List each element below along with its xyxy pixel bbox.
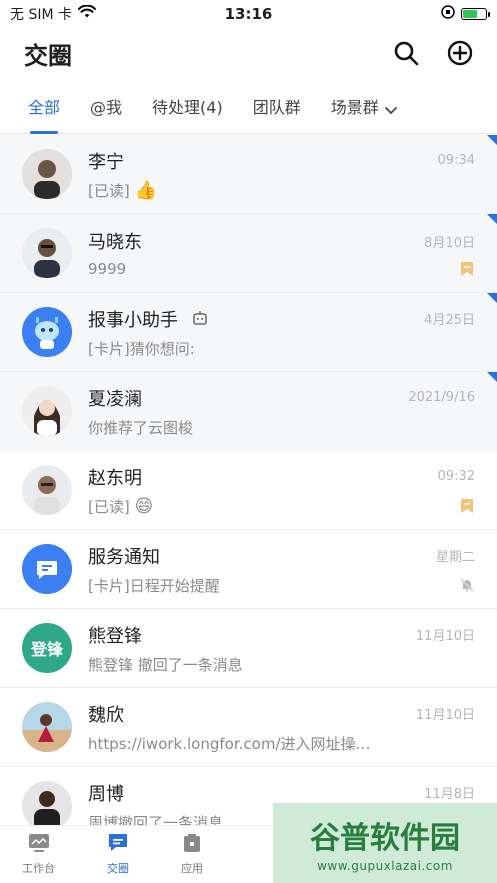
message-preview: [卡片]日程开始提醒 [88, 576, 220, 595]
message-preview: [卡片]猜你想问: [88, 339, 195, 358]
avatar [22, 149, 72, 199]
message-time: 09:34 [437, 153, 475, 168]
message-time: 11月10日 [415, 708, 475, 723]
message-time: 4月25日 [424, 313, 475, 328]
filter-tabs: 全部 @我 待处理(4) 团队群 场景群 [0, 78, 497, 134]
avatar: 登锋 [22, 623, 72, 673]
avatar [22, 702, 72, 752]
pin-corner-badge [487, 372, 497, 382]
conversation-row[interactable]: 夏凌澜 2021/9/16 你推荐了云图梭 [0, 372, 497, 451]
nav-circle[interactable]: 交圈 [107, 833, 129, 876]
bookmark-icon [459, 498, 475, 514]
contact-name: 李宁 [88, 151, 124, 173]
message-time: 09:32 [437, 469, 475, 484]
nav-workbench[interactable]: 工作台 [22, 833, 55, 876]
conversation-row[interactable]: 报事小助手 4月25日 [卡片]猜你想问: [0, 293, 497, 372]
contact-name: 服务通知 [88, 546, 160, 568]
nav-apps[interactable]: 应用 [181, 833, 203, 876]
tab-all[interactable]: 全部 [28, 78, 60, 134]
avatar [22, 228, 72, 278]
conversation-row[interactable]: 赵东明 09:32 [已读] 😄 [0, 451, 497, 530]
contact-name: 周博 [88, 783, 124, 805]
message-time: 8月10日 [424, 235, 475, 251]
robot-icon [192, 310, 208, 331]
conversation-row[interactable]: 马晓东 8月10日 9999 [0, 214, 497, 293]
message-time: 11月8日 [424, 787, 475, 802]
message-preview: 9999 [88, 260, 127, 278]
message-preview: 周博撤回了一条消息 [88, 813, 224, 826]
nav-label: 工作台 [22, 862, 55, 875]
conversation-row[interactable]: 登锋 熊登锋 11月10日 熊登锋 撤回了一条消息 [0, 609, 497, 688]
chevron-down-icon [384, 101, 397, 114]
pin-corner-badge [487, 214, 497, 224]
pin-corner-badge [487, 293, 497, 303]
avatar [22, 386, 72, 436]
page-title: 交圈 [24, 41, 72, 70]
contact-name: 夏凌澜 [88, 388, 142, 410]
contact-name: 马晓东 [88, 232, 142, 253]
search-icon[interactable] [393, 40, 419, 66]
contact-name: 赵东明 [88, 467, 142, 489]
message-preview: 熊登锋 撤回了一条消息 [88, 655, 243, 674]
watermark: 谷普软件园 www.gupuxlazai.com [273, 803, 497, 883]
message-time: 11月10日 [415, 629, 475, 644]
workbench-icon [28, 833, 50, 856]
avatar [22, 465, 72, 515]
wifi-icon [78, 4, 96, 23]
battery-icon [461, 8, 490, 20]
add-icon[interactable] [447, 40, 473, 66]
tab-team-groups[interactable]: 团队群 [253, 78, 301, 134]
conversation-row[interactable]: 李宁 09:34 [已读] 👍 [0, 135, 497, 214]
status-bar: 无 SIM 卡 13:16 [0, 0, 497, 28]
contact-name: 报事小助手 [88, 306, 208, 332]
bookmark-icon [459, 261, 475, 277]
chat-icon [107, 833, 129, 856]
conversation-row[interactable]: 魏欣 11月10日 https://iwork.longfor.com/进入网址… [0, 688, 497, 767]
nav-label: 交圈 [107, 862, 129, 875]
message-preview: [已读] 😄 [88, 495, 154, 517]
rotation-lock-icon [441, 5, 455, 23]
tab-mentions[interactable]: @我 [90, 78, 122, 134]
apps-icon [181, 833, 203, 856]
carrier-label: 无 SIM 卡 [10, 7, 72, 23]
tab-scene-groups[interactable]: 场景群 [331, 78, 397, 134]
watermark-title: 谷普软件园 [310, 821, 460, 856]
top-bar: 交圈 [0, 28, 497, 78]
thumbs-up-icon: 👍 [134, 179, 157, 201]
pin-corner-badge [487, 135, 497, 145]
contact-name: 魏欣 [88, 704, 124, 726]
avatar-initials: 登锋 [30, 640, 63, 659]
avatar [22, 781, 72, 825]
avatar [22, 307, 72, 357]
nav-label: 应用 [181, 862, 203, 875]
message-preview: https://iwork.longfor.com/进入网址操… [88, 734, 371, 753]
watermark-url: www.gupuxlazai.com [317, 859, 453, 873]
message-preview: 你推荐了云图梭 [88, 418, 194, 437]
conversation-list: 李宁 09:34 [已读] 👍 马晓东 8月10日 9999 报事小助手 4月2… [0, 135, 497, 825]
message-time: 2021/9/16 [408, 390, 475, 405]
tab-pending[interactable]: 待处理(4) [152, 78, 223, 134]
message-time: 星期二 [435, 550, 475, 565]
avatar [22, 544, 72, 594]
mute-icon [459, 577, 475, 593]
conversation-row[interactable]: 服务通知 星期二 [卡片]日程开始提醒 [0, 530, 497, 609]
message-preview: [已读] 👍 [88, 179, 157, 201]
contact-name: 熊登锋 [88, 625, 142, 647]
smile-emoji-icon: 😄 [134, 495, 154, 517]
